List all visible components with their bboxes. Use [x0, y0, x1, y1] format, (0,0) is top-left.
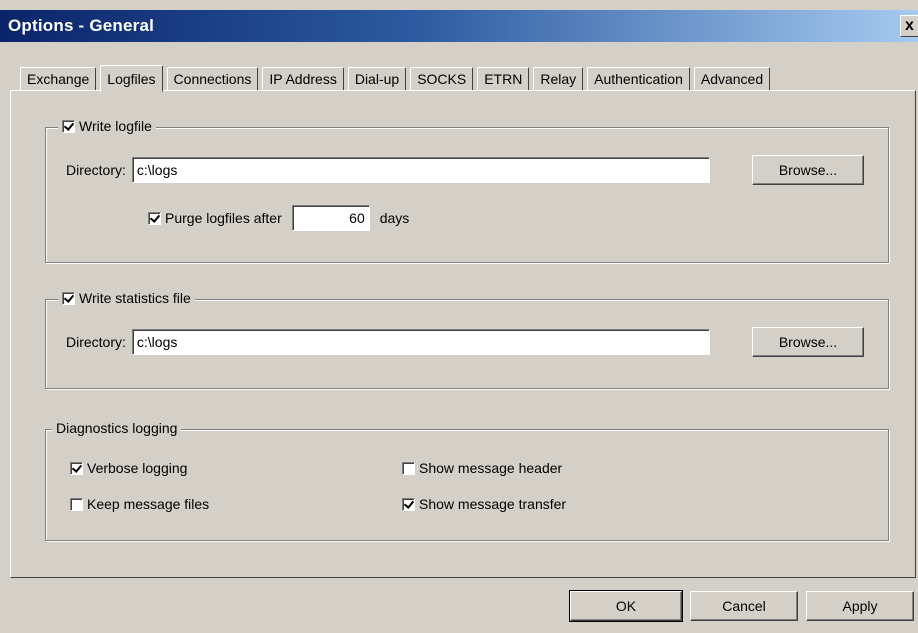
logfile-directory-input[interactable]	[131, 157, 710, 183]
tab-socks[interactable]: SOCKS	[410, 67, 474, 91]
cancel-button[interactable]: Cancel	[690, 591, 798, 621]
days-label: days	[379, 210, 410, 226]
verbose-logging-label: Verbose logging	[87, 460, 188, 476]
tab-strip: Exchange Logfiles Connections IP Address…	[20, 64, 774, 92]
verbose-logging-checkbox[interactable]	[70, 461, 83, 475]
stats-legend: Write statistics file	[58, 290, 195, 306]
stats-directory-label: Directory:	[66, 334, 126, 350]
tab-connections[interactable]: Connections	[166, 67, 259, 91]
write-logfile-checkbox[interactable]	[62, 119, 75, 133]
logfile-directory-label: Directory:	[66, 162, 126, 178]
title-bar: Options - General x	[0, 10, 918, 42]
tab-etrn[interactable]: ETRN	[477, 67, 530, 91]
show-message-transfer-label: Show message transfer	[419, 496, 567, 512]
diagnostics-group: Diagnostics logging Verbose logging Keep…	[45, 420, 889, 541]
write-logfile-label: Write logfile	[79, 118, 152, 134]
apply-button[interactable]: Apply	[806, 591, 914, 621]
write-stats-checkbox[interactable]	[62, 291, 75, 305]
keep-message-files-checkbox[interactable]	[70, 497, 83, 511]
logfiles-panel: Write logfile Directory: Browse... Purge…	[10, 90, 916, 578]
show-message-transfer-checkbox[interactable]	[402, 497, 415, 511]
logfile-group: Write logfile Directory: Browse... Purge…	[45, 118, 889, 263]
purge-logfiles-label: Purge logfiles after	[165, 210, 282, 226]
show-message-header-label: Show message header	[419, 460, 563, 476]
logfile-browse-button[interactable]: Browse...	[752, 155, 864, 185]
stats-directory-input[interactable]	[131, 329, 710, 355]
tab-exchange[interactable]: Exchange	[20, 67, 97, 91]
purge-days-input[interactable]	[291, 205, 370, 231]
stats-group: Write statistics file Directory: Browse.…	[45, 290, 889, 389]
keep-message-files-label: Keep message files	[87, 496, 210, 512]
window-title: Options - General	[8, 16, 155, 35]
diagnostics-label: Diagnostics logging	[56, 420, 178, 436]
ok-button[interactable]: OK	[569, 590, 683, 622]
tab-advanced[interactable]: Advanced	[693, 67, 771, 91]
diagnostics-legend: Diagnostics logging	[52, 420, 182, 436]
show-message-header-checkbox[interactable]	[402, 461, 415, 475]
purge-logfiles-checkbox[interactable]	[148, 211, 161, 225]
tab-ip-address[interactable]: IP Address	[262, 67, 344, 91]
close-button[interactable]: x	[900, 15, 918, 37]
tab-logfiles[interactable]: Logfiles	[100, 65, 163, 92]
tab-authentication[interactable]: Authentication	[587, 67, 690, 91]
tab-relay[interactable]: Relay	[533, 67, 584, 91]
stats-browse-button[interactable]: Browse...	[752, 327, 864, 357]
logfile-legend: Write logfile	[58, 118, 156, 134]
write-stats-label: Write statistics file	[79, 290, 191, 306]
tab-dial-up[interactable]: Dial-up	[347, 67, 407, 91]
